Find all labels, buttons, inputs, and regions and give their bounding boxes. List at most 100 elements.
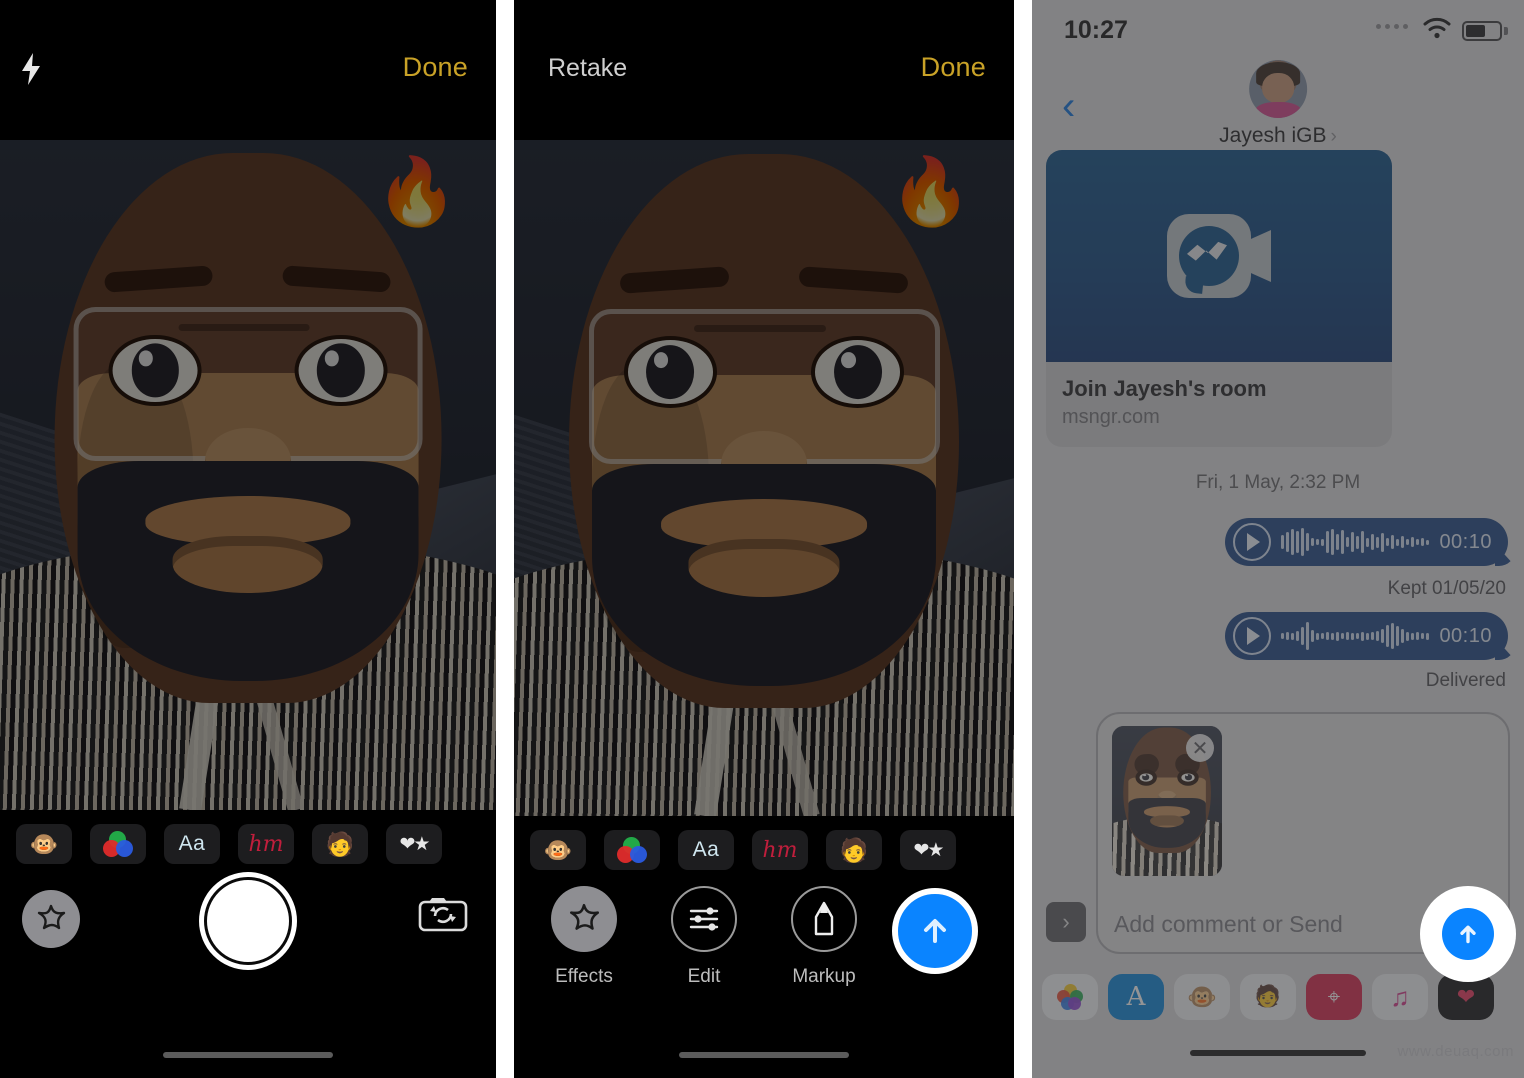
app-icon-animoji[interactable]: 🐵	[1174, 974, 1230, 1020]
memoji-eyebrow-left	[619, 266, 730, 294]
effects-chip-handwriting[interactable]: hm	[238, 824, 294, 864]
memoji-pupil-left	[1142, 773, 1150, 781]
expand-apps-button[interactable]: ›	[1046, 902, 1086, 942]
memoji-scene: 🔥	[0, 140, 496, 810]
memoji-beard	[77, 461, 419, 681]
camera-bottom-bar: 🐵 Aa hm 🧑 ❤★	[0, 810, 496, 1078]
edit-label: Edit	[687, 966, 721, 987]
link-preview-image	[1046, 150, 1392, 362]
animoji-icon: 🐵	[543, 836, 573, 863]
memoji-head	[569, 153, 959, 708]
filters-icon	[617, 837, 647, 863]
app-icon-images-search[interactable]: ⌖	[1306, 974, 1362, 1020]
memoji-pupil-left	[131, 343, 179, 398]
app-icon-app-store[interactable]: A	[1108, 974, 1164, 1020]
contact-header[interactable]: Jayesh iGB ›	[1219, 60, 1337, 148]
memoji-eyebrow-right	[282, 264, 392, 293]
play-icon[interactable]	[1233, 523, 1272, 561]
camera-controls	[0, 864, 496, 1014]
send-button[interactable]	[1442, 908, 1494, 960]
effects-chip-memoji-stickers[interactable]: 🧑	[826, 830, 882, 870]
effects-chip-filters[interactable]	[604, 830, 660, 870]
preview-bottom-bar: 🐵 Aa hm 🧑 ❤★ Effects Edit Markup	[514, 816, 1014, 1078]
audio-receipt: Kept 01/05/20	[1387, 578, 1506, 599]
retake-button[interactable]: Retake	[548, 54, 627, 83]
done-button[interactable]: Done	[921, 52, 986, 83]
contact-name[interactable]: Jayesh iGB ›	[1219, 124, 1337, 148]
memoji-head	[54, 153, 442, 703]
captured-photo-preview[interactable]: 🔥	[514, 140, 1014, 816]
effects-chip-handwriting[interactable]: hm	[752, 830, 808, 870]
close-icon[interactable]: ✕	[1186, 734, 1214, 762]
audio-message-bubble[interactable]: 00:10	[1225, 612, 1508, 660]
effects-chip-shapes[interactable]: ❤★	[900, 830, 956, 870]
memoji-eye-left	[108, 334, 202, 407]
memoji-stickers-icon: 🧑	[839, 836, 869, 863]
fire-emoji-sticker[interactable]: 🔥	[890, 158, 972, 224]
contact-avatar[interactable]	[1249, 60, 1307, 118]
photos-icon	[1057, 984, 1083, 1010]
arrow-up-icon	[924, 919, 946, 943]
avatar-shirt	[1254, 101, 1302, 118]
status-bar: 10:27	[1032, 0, 1524, 52]
markup-button[interactable]: Markup	[760, 886, 888, 988]
memoji-chin	[1150, 814, 1184, 828]
edit-button[interactable]: Edit	[640, 886, 768, 988]
attachment-thumbnail[interactable]: ✕	[1112, 726, 1222, 876]
messenger-bubble	[1179, 226, 1239, 286]
app-icon-memoji-stickers[interactable]: 🧑	[1240, 974, 1296, 1020]
preview-header: Retake Done	[514, 0, 1014, 140]
camera-flip-icon[interactable]	[418, 894, 468, 934]
effects-chip-memoji-stickers[interactable]: 🧑	[312, 824, 368, 864]
filters-icon	[103, 831, 133, 857]
avatar-face	[1261, 72, 1295, 103]
link-title: Join Jayesh's room	[1062, 376, 1267, 401]
home-indicator	[679, 1052, 849, 1058]
effects-tray-row: 🐵 Aa hm 🧑 ❤★	[0, 810, 496, 864]
effects-chip-text[interactable]: Aa	[164, 824, 220, 864]
panel-gap-1	[496, 0, 514, 1078]
camera-header: Done	[0, 0, 496, 140]
fire-emoji-sticker[interactable]: 🔥	[376, 158, 458, 224]
tutorial-screenshot-board: Done 🔥 🐵 Aa hm 🧑 ❤★ Retake Done 🔥 🐵 Aa h…	[0, 0, 1524, 1078]
flash-icon[interactable]	[18, 52, 44, 86]
memoji-pupil-right	[1184, 773, 1192, 781]
play-icon[interactable]	[1233, 617, 1272, 655]
arrow-up-icon	[1460, 925, 1476, 944]
effects-chip-shapes[interactable]: ❤★	[386, 824, 442, 864]
effects-star-icon	[551, 886, 617, 952]
back-button[interactable]: ‹	[1062, 86, 1075, 126]
effects-button[interactable]: Effects	[520, 886, 648, 988]
pen-icon	[791, 886, 857, 952]
animoji-icon: 🐵	[29, 830, 59, 857]
waveform	[1281, 527, 1430, 557]
panel-messages: 10:27 ‹ Jayesh iGB › Join Jayesh's room …	[1032, 0, 1524, 1078]
send-button-highlight[interactable]	[1420, 886, 1516, 982]
app-icon-music[interactable]: ♫	[1372, 974, 1428, 1020]
chevron-right-icon: ›	[1330, 126, 1337, 147]
home-indicator	[163, 1052, 333, 1058]
conversation-nav-bar: ‹ Jayesh iGB ›	[1032, 52, 1524, 162]
audio-duration: 00:10	[1439, 624, 1492, 647]
memoji-eye-right	[294, 334, 388, 407]
audio-duration: 00:10	[1439, 530, 1492, 553]
effects-chip-filters[interactable]	[90, 824, 146, 864]
effects-chip-animoji[interactable]: 🐵	[530, 830, 586, 870]
send-button[interactable]	[892, 888, 978, 974]
link-preview-card[interactable]: Join Jayesh's room msngr.com	[1046, 150, 1392, 447]
effects-star-icon[interactable]	[22, 890, 80, 948]
preview-action-row: Effects Edit Markup	[514, 870, 1014, 1040]
effects-chip-animoji[interactable]: 🐵	[16, 824, 72, 864]
done-button[interactable]: Done	[403, 52, 468, 83]
audio-message-bubble[interactable]: 00:10	[1225, 518, 1508, 566]
message-placeholder: Add comment or Send	[1114, 911, 1343, 937]
app-icon-photos[interactable]	[1042, 974, 1098, 1020]
heart-icon: ❤	[1456, 984, 1476, 1009]
shutter-button[interactable]	[199, 872, 297, 970]
sliders-icon	[671, 886, 737, 952]
memoji-eye-right	[810, 336, 905, 409]
effects-chip-text[interactable]: Aa	[678, 830, 734, 870]
camera-preview[interactable]: 🔥	[0, 140, 496, 810]
memoji-pupil-right	[317, 343, 365, 398]
signal-dots-icon	[1376, 24, 1408, 29]
